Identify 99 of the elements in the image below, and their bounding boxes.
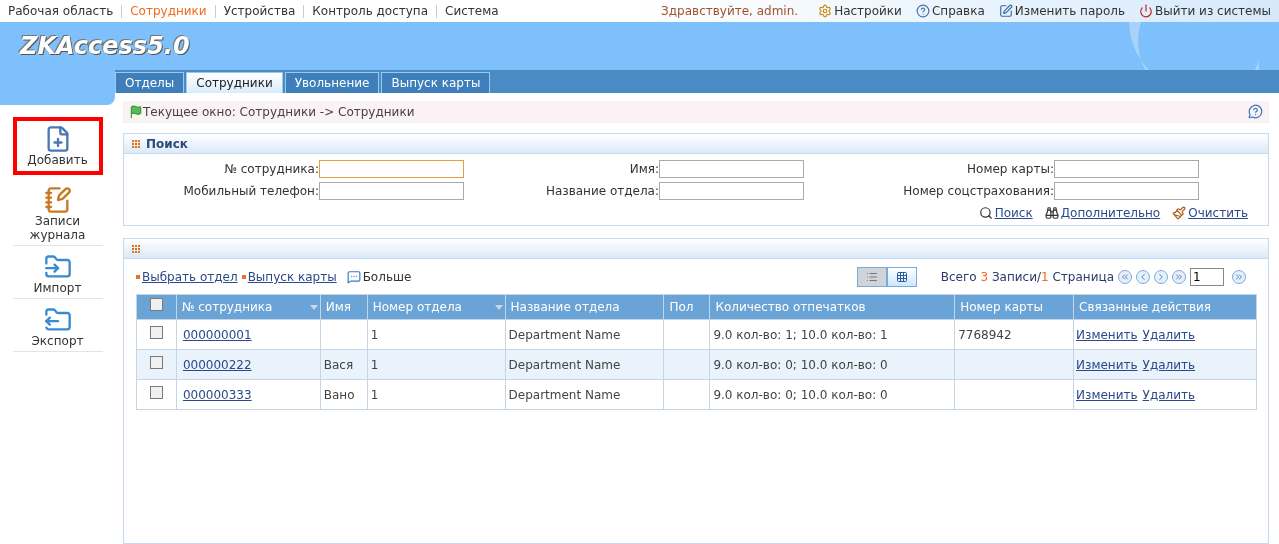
chat-icon — [346, 270, 361, 284]
page-input[interactable]: 1 — [1190, 268, 1224, 286]
input-field[interactable] — [1054, 182, 1199, 200]
table-cell: Department Name — [505, 379, 664, 410]
table-cell — [663, 379, 710, 410]
field-label: Имя: — [628, 161, 659, 178]
table-cell: 9.0 кол-во: 0; 10.0 кол-во: 0 — [709, 379, 955, 410]
power-icon — [1139, 4, 1153, 18]
settings-icon — [818, 4, 833, 18]
table-cell: 9.0 кол-во: 1; 10.0 кол-во: 1 — [709, 319, 955, 350]
first-page-button[interactable] — [1118, 270, 1132, 284]
field-label: Номер соцстрахования: — [902, 183, 1054, 200]
field-label: Номер карты: — [966, 161, 1054, 178]
field-label: № сотрудника: — [223, 161, 319, 178]
panel-title: Поиск — [146, 135, 188, 153]
action-link[interactable]: Удалить — [1142, 355, 1196, 374]
chevron-icon — [1174, 272, 1184, 282]
chevron-icon — [1234, 272, 1244, 282]
input-field[interactable] — [1054, 160, 1199, 178]
table-cell: Department Name — [505, 349, 664, 380]
help-icon[interactable] — [1248, 104, 1263, 119]
employee-link[interactable]: 000000333 — [182, 387, 252, 402]
search-link[interactable]: Поиск — [978, 204, 1033, 222]
table-cell: 9.0 кол-во: 0; 10.0 кол-во: 0 — [709, 349, 955, 380]
checkbox[interactable] — [149, 385, 163, 399]
table-cell: Department Name — [505, 319, 664, 350]
action-link[interactable]: Удалить — [1142, 325, 1196, 344]
list-view-button[interactable] — [856, 267, 887, 287]
flag-icon — [129, 104, 143, 119]
greeting-text: Здравствуйте, admin. — [661, 3, 799, 20]
table-cell: 7768942 — [954, 319, 1074, 350]
tab[interactable]: Сотрудники — [186, 72, 283, 93]
employee-link[interactable]: 000000001 — [182, 327, 252, 342]
nav-link[interactable]: Система — [445, 2, 499, 20]
go-page-button[interactable] — [1232, 270, 1246, 284]
bullet-icon — [136, 275, 140, 279]
table-cell: 1 — [367, 349, 506, 380]
more-link[interactable]: Больше — [346, 268, 412, 286]
nav-link[interactable]: Контроль доступа — [312, 2, 429, 20]
checkbox[interactable] — [149, 325, 163, 339]
input-field[interactable] — [319, 160, 464, 178]
grip-icon — [132, 139, 140, 148]
help-icon — [915, 4, 930, 18]
input-field[interactable] — [659, 182, 804, 200]
grid-icon — [895, 271, 908, 283]
sidebar-item[interactable]: Добавить — [12, 117, 103, 175]
breadcrumb-text: Текущее окно: Сотрудники -> Сотрудники — [143, 103, 415, 121]
chevron-icon — [1120, 272, 1130, 282]
list-icon — [865, 271, 878, 283]
search-icon — [978, 206, 993, 220]
field-label: Мобильный телефон: — [182, 183, 319, 200]
input-field[interactable] — [319, 182, 464, 200]
edit-icon — [998, 4, 1013, 18]
last-page-button[interactable] — [1172, 270, 1186, 284]
header-link[interactable]: Изменить пароль — [998, 2, 1125, 20]
sort-icon — [494, 305, 503, 310]
bullet-icon — [241, 275, 246, 279]
table-cell: 1 — [367, 379, 506, 410]
input-field[interactable] — [659, 160, 804, 178]
checkbox[interactable] — [149, 355, 163, 369]
logo: ZKAccess5.0 — [20, 31, 190, 62]
header-link[interactable]: Справка — [915, 2, 985, 20]
sidebar-item[interactable]: Экспорт — [12, 303, 103, 352]
tab[interactable]: Выпуск карты — [381, 72, 491, 93]
action-link[interactable]: Изменить — [1076, 325, 1138, 344]
pager-text: Всего 3 Записи/1 Страница — [940, 269, 1114, 286]
toolbar-link[interactable]: Выпуск карты — [241, 268, 337, 286]
checkbox[interactable] — [149, 298, 163, 311]
sidebar-item[interactable]: Импорт — [12, 250, 103, 299]
tab[interactable]: Увольнение — [284, 72, 380, 93]
nav-link[interactable]: Рабочая область — [8, 2, 114, 20]
notebook-icon — [43, 186, 72, 214]
grid-view-button[interactable] — [886, 267, 917, 287]
binoculars-icon — [1044, 206, 1059, 220]
table-cell: Вася — [320, 349, 368, 380]
table-cell — [663, 349, 710, 380]
action-link[interactable]: Удалить — [1142, 385, 1196, 404]
grip-icon — [132, 244, 140, 253]
next-page-button[interactable] — [1154, 270, 1168, 284]
header-link[interactable]: Настройки — [818, 2, 902, 20]
previous-page-button[interactable] — [1136, 270, 1150, 284]
employee-link[interactable]: 000000222 — [182, 357, 252, 372]
folder-icon — [43, 306, 72, 334]
search-link[interactable]: Очистить — [1172, 204, 1248, 222]
toolbar-link[interactable]: Выбрать отдел — [136, 268, 238, 286]
header-link[interactable]: Выйти из системы — [1139, 2, 1271, 20]
table-cell: Вано — [320, 379, 368, 410]
table-cell — [663, 319, 710, 350]
table-cell: 1 — [367, 319, 506, 350]
brush-icon — [1172, 206, 1187, 220]
field-label: Название отдела: — [544, 183, 659, 200]
search-link[interactable]: Дополнительно — [1044, 204, 1161, 222]
action-link[interactable]: Изменить — [1076, 355, 1138, 374]
tab[interactable]: Отделы — [115, 72, 185, 93]
folder-icon — [43, 253, 72, 281]
sort-icon — [309, 305, 318, 310]
sidebar-item[interactable]: Записи журнала — [12, 183, 103, 246]
nav-link[interactable]: Устройства — [223, 2, 296, 20]
action-link[interactable]: Изменить — [1076, 385, 1138, 404]
